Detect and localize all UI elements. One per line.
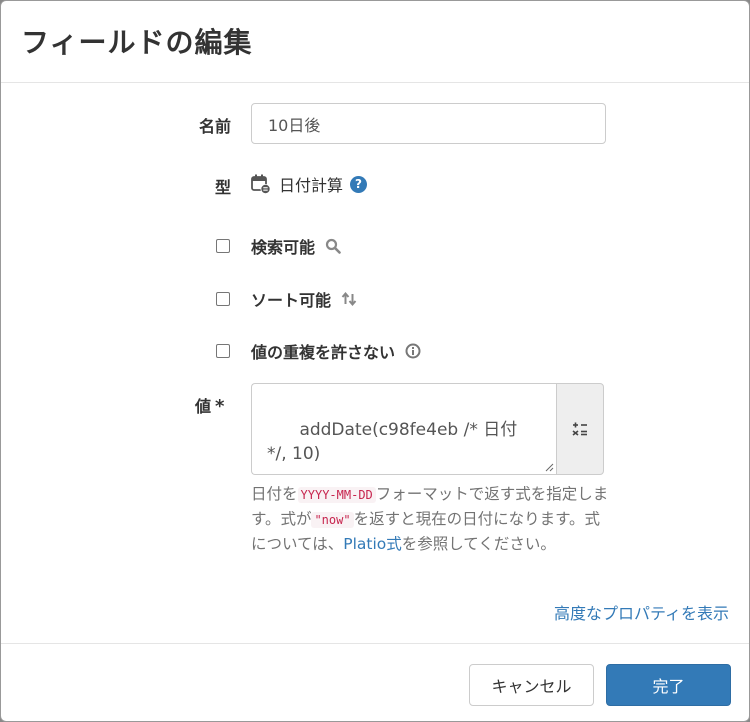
- resize-grip-icon[interactable]: [544, 462, 554, 472]
- dialog-header: フィールドの編集: [1, 1, 749, 83]
- sortable-label: ソート可能: [251, 291, 332, 310]
- name-label: 名前: [198, 117, 231, 136]
- value-text: addDate(c98fe4eb /* 日付 */, 10): [267, 420, 523, 464]
- unique-checkbox[interactable]: [216, 344, 230, 358]
- name-input[interactable]: [251, 103, 606, 144]
- now-code: "now": [311, 512, 354, 528]
- value-label: 値 *: [195, 393, 224, 417]
- formula-helper-button[interactable]: [556, 383, 604, 475]
- info-icon: [405, 343, 421, 359]
- show-advanced-properties-link[interactable]: 高度なプロパティを表示: [554, 600, 729, 624]
- platio-formula-link[interactable]: Platio式: [343, 535, 402, 553]
- searchable-label: 検索可能: [251, 238, 316, 257]
- searchable-checkbox[interactable]: [216, 239, 230, 253]
- value-label-text: 値: [195, 397, 212, 416]
- value-textarea[interactable]: addDate(c98fe4eb /* 日付 */, 10): [251, 383, 556, 475]
- calendar-calc-icon: [251, 174, 271, 194]
- search-icon: [325, 238, 341, 254]
- done-button[interactable]: 完了: [606, 664, 731, 706]
- sortable-checkbox[interactable]: [216, 292, 230, 306]
- format-code: YYYY-MM-DD: [297, 487, 376, 503]
- type-value: 日付計算 ?: [251, 173, 368, 195]
- value-editor: addDate(c98fe4eb /* 日付 */, 10): [251, 383, 604, 475]
- help-icon[interactable]: ?: [350, 175, 368, 193]
- cancel-button[interactable]: キャンセル: [469, 664, 594, 706]
- sort-icon: [341, 291, 357, 307]
- formula-icon: [572, 422, 587, 436]
- sortable-option[interactable]: ソート可能: [216, 288, 357, 310]
- unique-option[interactable]: 値の重複を許さない: [216, 340, 421, 362]
- unique-label: 値の重複を許さない: [251, 343, 396, 362]
- required-mark: *: [215, 396, 225, 417]
- type-value-label: 日付計算: [279, 176, 344, 195]
- dialog-title: フィールドの編集: [21, 26, 253, 59]
- value-help-text: 日付を YYYY-MM-DD フォーマットで返す式を指定します。式が "now" を返す…: [251, 485, 609, 553]
- searchable-option[interactable]: 検索可能: [216, 235, 341, 257]
- edit-field-dialog: フィールドの編集 名前 型 日付計算 ? 検索可能: [0, 0, 750, 722]
- type-label: 型: [214, 178, 231, 197]
- dialog-footer: キャンセル 完了: [1, 643, 749, 721]
